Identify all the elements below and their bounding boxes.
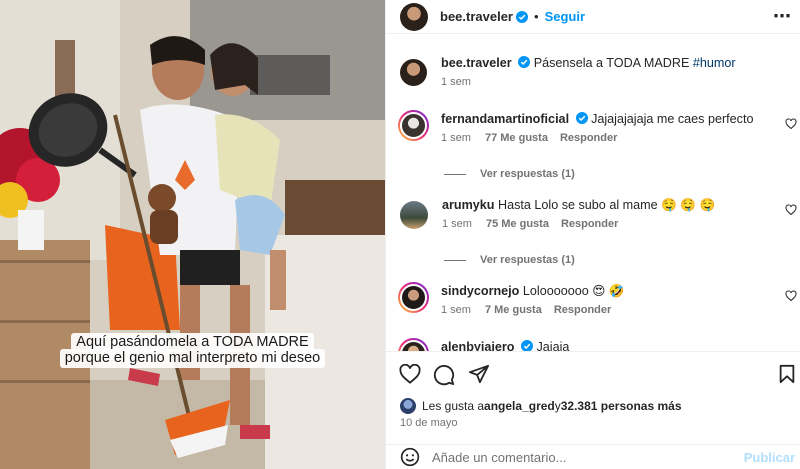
comment-time[interactable]: 1 sem [441, 132, 471, 144]
comment-text: Lolooooooo 😍 🤣 [522, 284, 625, 298]
post-caption: bee.traveler Pásensela a TODA MADRE #hum… [400, 54, 800, 88]
comment-item: sindycornejo Lolooooooo 😍 🤣 1 sem 7 Me gu… [398, 282, 800, 316]
reply-button[interactable]: Responder [561, 218, 618, 230]
commenter-avatar[interactable] [398, 282, 429, 313]
more-options-icon[interactable]: ⋯ [773, 6, 792, 27]
comment-likes[interactable]: 77 Me gusta [485, 132, 548, 144]
author-avatar[interactable] [400, 2, 428, 31]
comment-text: Jajajajajaja me caes perfecto [591, 112, 754, 126]
comment-likes[interactable]: 7 Me gusta [485, 304, 542, 316]
comment-like-heart-icon[interactable] [785, 118, 797, 130]
header-divider [386, 33, 800, 34]
publish-button[interactable]: Publicar [744, 450, 795, 465]
replies-line [444, 173, 466, 175]
liker-username[interactable]: angela_gred [484, 399, 555, 413]
comment-item: fernandamartinoficial Jajajajajaja me ca… [398, 110, 800, 144]
follow-button[interactable]: Seguir [545, 9, 585, 24]
verified-badge-icon [521, 340, 533, 351]
comment-time[interactable]: 1 sem [442, 218, 472, 230]
comment-item: arumyku Hasta Lolo se subo al mame 🤤 🤤 🤤… [400, 196, 800, 230]
verified-badge-icon [518, 56, 531, 68]
comment-input[interactable]: Añade un comentario... [432, 450, 566, 465]
comment-text: Jajaja [536, 340, 570, 351]
author-username[interactable]: bee.traveler [440, 9, 513, 24]
post-side-panel: bee.traveler • Seguir ⋯ bee.traveler Pás… [385, 0, 800, 469]
view-replies-button[interactable]: Ver respuestas (1) [444, 168, 575, 180]
likes-count[interactable]: 32.381 personas más [561, 399, 682, 413]
post-media[interactable]: Aquí pasándomela a TODA MADRE porque el … [0, 0, 385, 469]
comment-like-heart-icon[interactable] [785, 290, 797, 302]
share-icon[interactable] [468, 364, 490, 384]
comment-username[interactable]: arumyku [442, 198, 495, 212]
comment-icon[interactable] [433, 364, 455, 386]
commenter-avatar[interactable] [400, 201, 428, 229]
heart-icon[interactable] [399, 364, 421, 384]
emoji-icon[interactable] [400, 447, 420, 467]
comment-text: Hasta Lolo se subo al mame 🤤 🤤 🤤 [498, 198, 716, 212]
caption-text: Pásensela a TODA MADRE [533, 56, 693, 70]
reply-button[interactable]: Responder [560, 132, 617, 144]
comment-likes[interactable]: 75 Me gusta [486, 218, 549, 230]
verified-badge-icon [575, 112, 588, 124]
author-avatar[interactable] [400, 59, 427, 86]
post-date[interactable]: 10 de mayo [400, 417, 457, 429]
likes-summary: Les gusta a angela_gred y 32.381 persona… [400, 398, 682, 414]
view-replies-button[interactable]: Ver respuestas (1) [444, 254, 575, 266]
bookmark-icon[interactable] [778, 364, 796, 384]
comment-like-heart-icon[interactable] [785, 204, 797, 216]
comment-item: alenbyiaiero Jajaja [398, 338, 800, 351]
replies-line [444, 259, 466, 261]
video-caption-line-2: porque el genio mal interpreto mi deseo [0, 349, 385, 368]
caption-username[interactable]: bee.traveler [441, 56, 512, 70]
post-photo [0, 0, 385, 469]
comment-username[interactable]: sindycornejo [441, 284, 519, 298]
comment-username[interactable]: fernandamartinoficial [441, 112, 569, 126]
post-actions-bar [386, 351, 800, 394]
comment-time[interactable]: 1 sem [441, 304, 471, 316]
separator-dot: • [534, 9, 539, 24]
verified-badge-icon [516, 10, 528, 23]
comment-username[interactable]: alenbyiaiero [441, 340, 515, 351]
add-comment-bar: Añade un comentario... Publicar [386, 444, 800, 469]
comments-list[interactable]: bee.traveler Pásensela a TODA MADRE #hum… [386, 42, 800, 351]
commenter-avatar[interactable] [398, 338, 429, 351]
reply-button[interactable]: Responder [554, 304, 611, 316]
caption-time[interactable]: 1 sem [441, 76, 471, 88]
commenter-avatar[interactable] [398, 110, 429, 141]
liker-avatar[interactable] [400, 398, 416, 414]
post-header: bee.traveler • Seguir ⋯ [386, 0, 800, 33]
hashtag-link[interactable]: #humor [693, 56, 736, 70]
